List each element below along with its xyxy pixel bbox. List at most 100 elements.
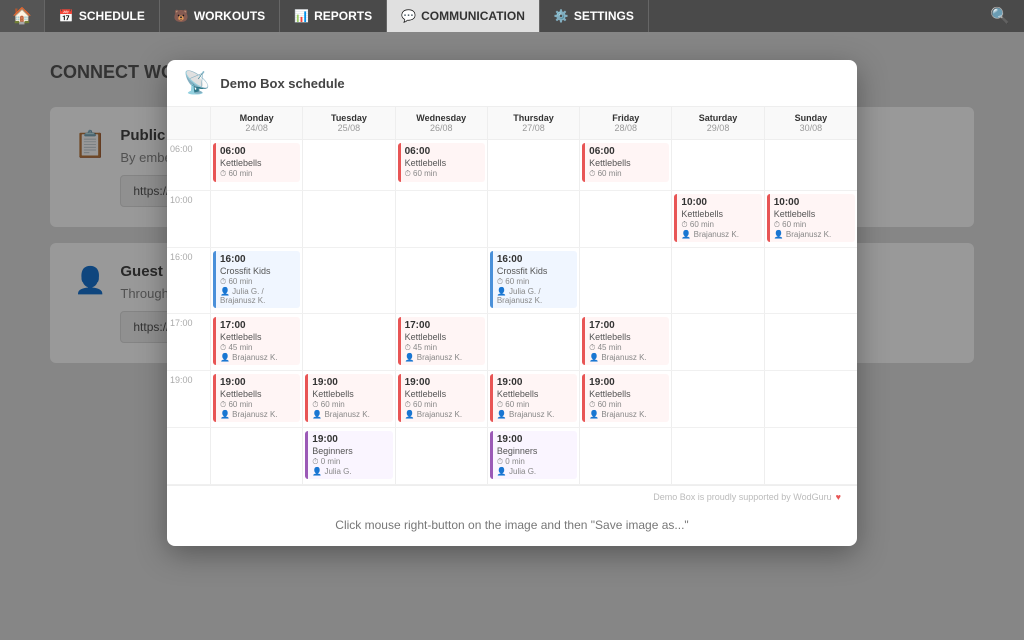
day-cell: 19:00 Kettlebells ⏱ 60 min 👤 Brajanusz K… <box>211 371 303 427</box>
modal-footer: Demo Box is proudly supported by WodGuru… <box>167 485 857 508</box>
day-cell <box>765 371 857 427</box>
class-card[interactable]: 10:00 Kettlebells ⏱ 60 min 👤 Brajanusz K… <box>674 194 761 242</box>
day-header-sun: Sunday 30/08 <box>765 107 857 139</box>
search-button[interactable]: 🔍 <box>976 6 1024 26</box>
class-card[interactable]: 19:00 Kettlebells ⏱ 60 min 👤 Brajanusz K… <box>213 374 300 422</box>
nav-communication[interactable]: 💬 COMMUNICATION <box>387 0 540 32</box>
class-card[interactable]: 16:00 Crossfit Kids ⏱ 60 min 👤 Julia G. … <box>490 251 577 308</box>
heart-icon: ♥ <box>836 492 841 502</box>
day-cell <box>765 428 857 484</box>
footer-text: Demo Box is proudly supported by WodGuru <box>653 492 831 502</box>
day-header-fri: Friday 28/08 <box>580 107 672 139</box>
day-cell: 19:00 Kettlebells ⏱ 60 min 👤 Brajanusz K… <box>303 371 395 427</box>
class-card[interactable]: 19:00 Kettlebells ⏱ 60 min 👤 Brajanusz K… <box>582 374 669 422</box>
class-card[interactable]: 19:00 Kettlebells ⏱ 60 min 👤 Brajanusz K… <box>490 374 577 422</box>
modal-header: 📡 Demo Box schedule <box>167 60 857 107</box>
class-card[interactable]: 17:00 Kettlebells ⏱ 45 min 👤 Brajanusz K… <box>398 317 485 365</box>
day-cell <box>303 314 395 370</box>
day-cell <box>488 191 580 247</box>
settings-icon: ⚙️ <box>554 9 569 23</box>
day-cell <box>303 140 395 190</box>
nav-settings[interactable]: ⚙️ SETTINGS <box>540 0 649 32</box>
day-cell: 06:00 Kettlebells ⏱ 60 min <box>580 140 672 190</box>
day-cell <box>672 428 764 484</box>
day-cell <box>396 191 488 247</box>
day-cell <box>765 248 857 313</box>
day-cell: 17:00 Kettlebells ⏱ 45 min 👤 Brajanusz K… <box>211 314 303 370</box>
schedule-grid[interactable]: Monday 24/08 Tuesday 25/08 Wednesday 26/… <box>167 107 857 485</box>
day-cell <box>672 371 764 427</box>
day-header-mon: Monday 24/08 <box>211 107 303 139</box>
time-label-1600: 16:00 <box>167 248 211 313</box>
day-cell: 19:00 Beginners ⏱ 0 min 👤 Julia G. <box>303 428 395 484</box>
class-card[interactable]: 06:00 Kettlebells ⏱ 60 min <box>398 143 485 182</box>
day-cell: 06:00 Kettlebells ⏱ 60 min <box>396 140 488 190</box>
day-cell: 19:00 Kettlebells ⏱ 60 min 👤 Brajanusz K… <box>396 371 488 427</box>
communication-icon: 💬 <box>401 9 416 23</box>
home-icon: 🏠 <box>12 6 32 26</box>
class-card[interactable]: 19:00 Kettlebells ⏱ 60 min 👤 Brajanusz K… <box>305 374 392 422</box>
gym-logo-icon: 📡 <box>183 70 210 96</box>
day-cell <box>765 140 857 190</box>
day-cell <box>396 428 488 484</box>
days-header-row: Monday 24/08 Tuesday 25/08 Wednesday 26/… <box>167 107 857 140</box>
day-cell <box>580 428 672 484</box>
class-card[interactable]: 06:00 Kettlebells ⏱ 60 min <box>213 143 300 182</box>
top-nav: 🏠 📅 SCHEDULE 🐻 WORKOUTS 📊 REPORTS 💬 COMM… <box>0 0 1024 32</box>
day-cell <box>488 314 580 370</box>
day-cell: 17:00 Kettlebells ⏱ 45 min 👤 Brajanusz K… <box>396 314 488 370</box>
day-cell <box>211 428 303 484</box>
day-header-wed: Wednesday 26/08 <box>396 107 488 139</box>
day-cell <box>303 248 395 313</box>
day-cell <box>580 248 672 313</box>
schedule-modal: 📡 Demo Box schedule Monday 24/08 Tuesday… <box>167 60 857 546</box>
day-cell <box>672 314 764 370</box>
time-label-1900: 19:00 <box>167 371 211 427</box>
time-row-0600: 06:00 06:00 Kettlebells ⏱ 60 min 06:00 K… <box>167 140 857 191</box>
time-label-0600: 06:00 <box>167 140 211 190</box>
schedule-icon: 📅 <box>59 9 74 23</box>
day-header-thu: Thursday 27/08 <box>488 107 580 139</box>
day-header-tue: Tuesday 25/08 <box>303 107 395 139</box>
day-cell: 10:00 Kettlebells ⏱ 60 min 👤 Brajanusz K… <box>672 191 764 247</box>
day-cell: 17:00 Kettlebells ⏱ 45 min 👤 Brajanusz K… <box>580 314 672 370</box>
reports-icon: 📊 <box>294 9 309 23</box>
nav-schedule[interactable]: 📅 SCHEDULE <box>45 0 160 32</box>
time-label-1900b <box>167 428 211 484</box>
class-card[interactable]: 19:00 Beginners ⏱ 0 min 👤 Julia G. <box>490 431 577 479</box>
time-row-1900: 19:00 19:00 Kettlebells ⏱ 60 min 👤 Braja… <box>167 371 857 428</box>
class-card[interactable]: 19:00 Kettlebells ⏱ 60 min 👤 Brajanusz K… <box>398 374 485 422</box>
class-card[interactable]: 17:00 Kettlebells ⏱ 45 min 👤 Brajanusz K… <box>213 317 300 365</box>
day-cell <box>672 140 764 190</box>
nav-home[interactable]: 🏠 <box>0 0 45 32</box>
nav-workouts[interactable]: 🐻 WORKOUTS <box>160 0 280 32</box>
day-cell <box>303 191 395 247</box>
time-header-empty <box>167 107 211 139</box>
day-cell <box>580 191 672 247</box>
nav-reports[interactable]: 📊 REPORTS <box>280 0 387 32</box>
day-cell: 10:00 Kettlebells ⏱ 60 min 👤 Brajanusz K… <box>765 191 857 247</box>
modal-overlay: 📡 Demo Box schedule Monday 24/08 Tuesday… <box>0 32 1024 640</box>
modal-instruction: Click mouse right-button on the image an… <box>167 508 857 546</box>
class-card[interactable]: 06:00 Kettlebells ⏱ 60 min <box>582 143 669 182</box>
time-row-1000: 10:00 10:00 Kettlebells ⏱ 60 min 👤 Braja… <box>167 191 857 248</box>
class-card[interactable]: 17:00 Kettlebells ⏱ 45 min 👤 Brajanusz K… <box>582 317 669 365</box>
day-cell <box>765 314 857 370</box>
day-cell: 19:00 Kettlebells ⏱ 60 min 👤 Brajanusz K… <box>488 371 580 427</box>
day-cell: 16:00 Crossfit Kids ⏱ 60 min 👤 Julia G. … <box>211 248 303 313</box>
day-cell <box>211 191 303 247</box>
day-cell: 16:00 Crossfit Kids ⏱ 60 min 👤 Julia G. … <box>488 248 580 313</box>
class-card[interactable]: 10:00 Kettlebells ⏱ 60 min 👤 Brajanusz K… <box>767 194 855 242</box>
class-card[interactable]: 16:00 Crossfit Kids ⏱ 60 min 👤 Julia G. … <box>213 251 300 308</box>
class-card[interactable]: 19:00 Beginners ⏱ 0 min 👤 Julia G. <box>305 431 392 479</box>
time-row-1900b: 19:00 Beginners ⏱ 0 min 👤 Julia G. 19:00… <box>167 428 857 485</box>
time-row-1700: 17:00 17:00 Kettlebells ⏱ 45 min 👤 Braja… <box>167 314 857 371</box>
day-header-sat: Saturday 29/08 <box>672 107 764 139</box>
time-label-1700: 17:00 <box>167 314 211 370</box>
day-cell <box>672 248 764 313</box>
time-label-1000: 10:00 <box>167 191 211 247</box>
workouts-icon: 🐻 <box>174 9 189 23</box>
gym-title: Demo Box schedule <box>220 76 344 91</box>
day-cell: 19:00 Beginners ⏱ 0 min 👤 Julia G. <box>488 428 580 484</box>
day-cell <box>396 248 488 313</box>
